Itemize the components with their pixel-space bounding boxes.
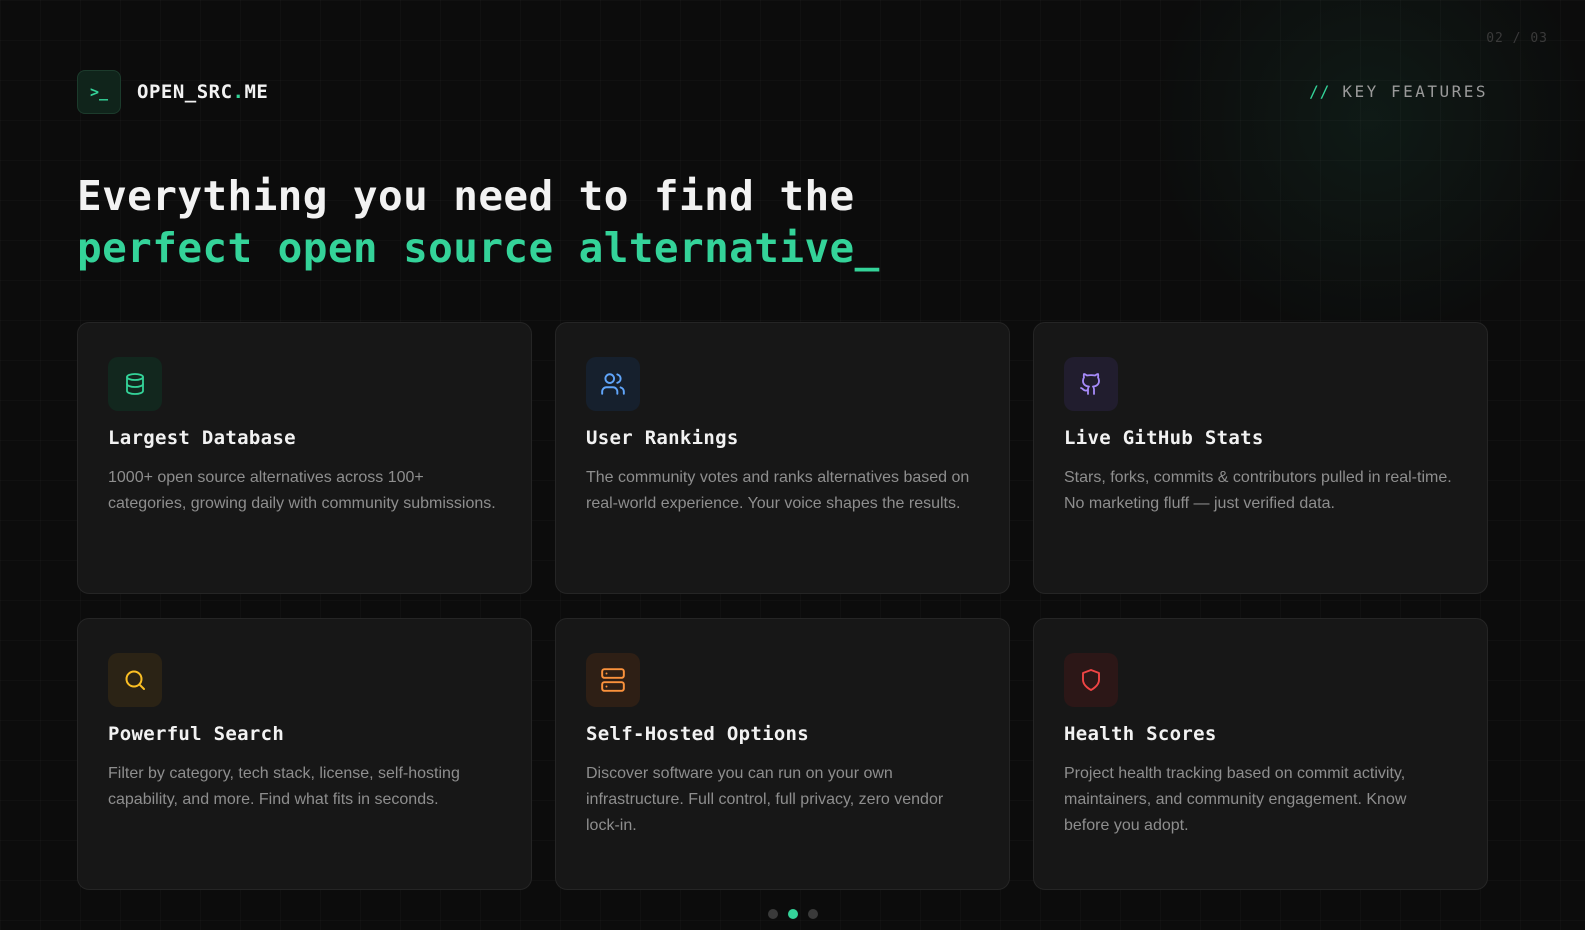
pagination-dot[interactable] [787,909,798,919]
page-counter: 02 / 03 [1486,31,1548,46]
section-label-text: KEY FEATURES [1342,82,1488,101]
feature-card-live-github-stats: Live GitHub Stats Stars, forks, commits … [1033,322,1488,594]
feature-title: Live GitHub Stats [1064,427,1264,449]
search-icon [108,653,162,707]
feature-description: Filter by category, tech stack, license,… [108,765,460,808]
feature-description: 1000+ open source alternatives across 10… [108,469,496,512]
brand[interactable]: >_ OPEN_SRC.ME [77,70,268,114]
shield-icon [1064,653,1118,707]
pagination-dot[interactable] [807,909,818,919]
feature-title: Powerful Search [108,723,285,745]
feature-description: The community votes and ranks alternativ… [586,469,970,512]
pagination-dots [0,909,1585,919]
feature-card-user-rankings: User Rankings The community votes and ra… [555,322,1010,594]
feature-title: Largest Database [108,427,296,449]
feature-title: Health Scores [1064,723,1217,745]
feature-grid: Largest Database 1000+ open source alter… [77,322,1503,890]
database-icon [108,357,162,411]
terminal-logo-icon: >_ [77,70,121,114]
pagination-dot[interactable] [767,909,778,919]
section-label-slashes: // [1309,82,1331,101]
feature-card-powerful-search: Powerful Search Filter by category, tech… [77,618,532,890]
feature-title: Self-Hosted Options [586,723,810,745]
feature-description: Stars, forks, commits & contributors pul… [1064,469,1452,512]
headline-line-2: perfect open source alternative_ [77,224,880,272]
server-icon [586,653,640,707]
users-icon [586,357,640,411]
brand-name-suffix: ME [244,81,269,103]
feature-description: Discover software you can run on your ow… [586,765,944,834]
brand-name: OPEN_SRC.ME [137,81,268,103]
feature-card-self-hosted-options: Self-Hosted Options Discover software yo… [555,618,1010,890]
section-label: // KEY FEATURES [1309,82,1488,101]
feature-description: Project health tracking based on commit … [1064,765,1407,834]
headline: Everything you need to find the perfect … [77,170,880,274]
feature-card-largest-database: Largest Database 1000+ open source alter… [77,322,532,594]
brand-name-prefix: OPEN_SRC [137,81,233,103]
headline-line-1: Everything you need to find the [77,172,855,220]
brand-name-dot: . [232,81,245,103]
feature-card-health-scores: Health Scores Project health tracking ba… [1033,618,1488,890]
feature-title: User Rankings [586,427,739,449]
github-icon [1064,357,1118,411]
